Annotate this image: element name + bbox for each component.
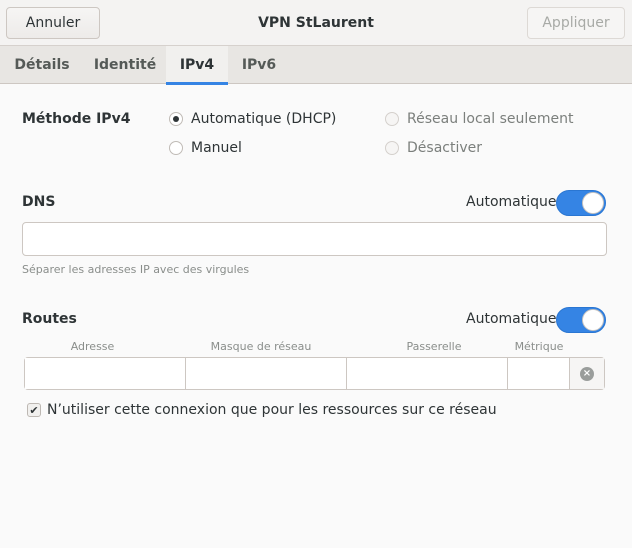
tab-details[interactable]: Détails bbox=[0, 46, 84, 84]
ipv4-page: Méthode IPv4 Automatique (DHCP) Réseau l… bbox=[0, 85, 632, 548]
radio-indicator bbox=[169, 141, 183, 155]
radio-disable-label: Désactiver bbox=[407, 140, 482, 156]
switch-knob bbox=[582, 192, 604, 214]
route-address-input[interactable] bbox=[25, 358, 186, 389]
radio-local-only-label: Réseau local seulement bbox=[407, 111, 574, 127]
switch-knob bbox=[582, 309, 604, 331]
routes-auto-label: Automatique bbox=[466, 311, 557, 327]
route-row: × bbox=[24, 357, 605, 390]
tab-identity[interactable]: Identité bbox=[84, 46, 166, 84]
route-delete-button[interactable]: × bbox=[570, 358, 604, 389]
dns-input[interactable] bbox=[22, 222, 607, 256]
check-icon: ✔ bbox=[27, 403, 41, 417]
col-gateway: Passerelle bbox=[406, 340, 462, 353]
radio-local-only[interactable]: Réseau local seulement bbox=[385, 111, 574, 127]
route-netmask-input[interactable] bbox=[186, 358, 347, 389]
dns-auto-switch[interactable] bbox=[556, 190, 606, 216]
col-netmask: Masque de réseau bbox=[210, 340, 312, 353]
apply-button[interactable]: Appliquer bbox=[527, 7, 625, 39]
dns-auto-label: Automatique bbox=[466, 194, 557, 210]
radio-indicator bbox=[385, 112, 399, 126]
only-resources-checkbox[interactable]: ✔ N’utiliser cette connexion que pour le… bbox=[27, 402, 497, 418]
dns-label: DNS bbox=[22, 194, 56, 210]
tab-bar: Détails Identité IPv4 IPv6 bbox=[0, 46, 632, 85]
routes-label: Routes bbox=[22, 311, 77, 327]
route-metric-input[interactable] bbox=[508, 358, 570, 389]
only-resources-label: N’utiliser cette connexion que pour les … bbox=[47, 402, 497, 418]
radio-indicator bbox=[385, 141, 399, 155]
tab-ipv6[interactable]: IPv6 bbox=[228, 46, 290, 84]
clear-icon: × bbox=[580, 366, 594, 381]
radio-manual[interactable]: Manuel bbox=[169, 140, 242, 156]
col-address: Adresse bbox=[70, 340, 115, 353]
route-gateway-input[interactable] bbox=[347, 358, 508, 389]
tab-ipv4[interactable]: IPv4 bbox=[166, 46, 228, 85]
ipv4-method-label: Méthode IPv4 bbox=[22, 111, 131, 127]
radio-indicator bbox=[169, 112, 183, 126]
radio-manual-label: Manuel bbox=[191, 140, 242, 156]
radio-disable[interactable]: Désactiver bbox=[385, 140, 482, 156]
routes-auto-switch[interactable] bbox=[556, 307, 606, 333]
radio-auto-dhcp-label: Automatique (DHCP) bbox=[191, 111, 337, 127]
header-bar: Annuler VPN StLaurent Appliquer bbox=[0, 0, 632, 46]
col-metric: Métrique bbox=[514, 340, 564, 353]
dns-hint: Séparer les adresses IP avec des virgule… bbox=[22, 263, 250, 276]
radio-auto-dhcp[interactable]: Automatique (DHCP) bbox=[169, 111, 336, 127]
cancel-button[interactable]: Annuler bbox=[6, 7, 100, 39]
